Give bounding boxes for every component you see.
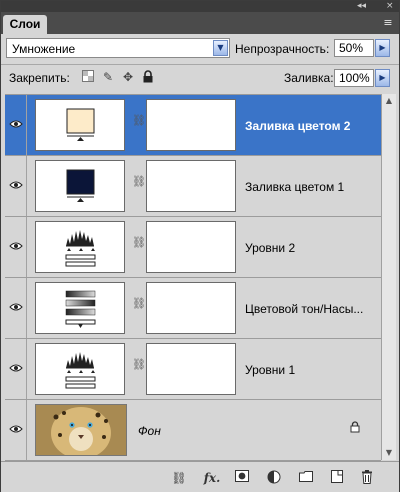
layer-list: ⛓ Заливка цветом 2 ⛓ Заливка цветом 1 ⛓ … [5, 94, 381, 461]
layer-style-icon[interactable]: fx. [201, 470, 223, 486]
layer-row-color-fill-2[interactable]: ⛓ Заливка цветом 2 [5, 95, 381, 156]
mask-link-icon[interactable]: ⛓ [132, 298, 146, 316]
layer-row-levels-1[interactable]: ⛓ Уровни 1 [5, 339, 381, 400]
panel-tab-row: Слои ≡ [1, 12, 399, 34]
background-photo-thumbnail[interactable] [35, 404, 127, 459]
mask-link-icon[interactable]: ⛓ [132, 115, 146, 133]
levels-adjustment-icon[interactable] [35, 343, 125, 395]
fill-label: Заливка: [284, 71, 334, 85]
layer-lock-icon [350, 421, 360, 436]
mask-link-icon[interactable]: ⛓ [132, 237, 146, 255]
hue-saturation-adjustment-icon[interactable] [35, 282, 125, 334]
panel-menu-icon[interactable]: ≡ [381, 16, 395, 30]
layers-toolbar: ⛓ fx. [1, 461, 399, 492]
visibility-eye-icon[interactable] [5, 278, 27, 338]
opacity-input[interactable]: 50% [334, 39, 374, 57]
delete-layer-icon[interactable] [359, 470, 375, 486]
collapse-icon[interactable]: ◂◂ [357, 1, 366, 11]
lock-image-pixels-icon[interactable]: ✎ [101, 70, 115, 84]
opacity-slider-arrow-icon[interactable]: ▶ [375, 39, 390, 57]
mask-link-icon[interactable]: ⛓ [132, 359, 146, 377]
layer-row-levels-2[interactable]: ⛓ Уровни 2 [5, 217, 381, 278]
visibility-eye-icon[interactable] [5, 95, 27, 155]
fill-input[interactable]: 100% [334, 69, 374, 87]
panel-titlebar: ◂◂ × [1, 1, 399, 12]
layer-row-background[interactable]: Фон [5, 400, 381, 461]
divider [1, 64, 399, 65]
opacity-label: Непрозрачность: [235, 42, 330, 56]
layer-mask-thumbnail[interactable] [146, 99, 236, 151]
layers-scrollbar[interactable]: ▲ ▼ [381, 94, 396, 460]
tab-layers[interactable]: Слои [3, 15, 47, 34]
scroll-down-icon[interactable]: ▼ [382, 446, 396, 460]
mask-link-icon[interactable]: ⛓ [132, 176, 146, 194]
fill-slider-arrow-icon[interactable]: ▶ [375, 69, 390, 87]
lock-label: Закрепить: [9, 71, 70, 85]
chevron-down-icon[interactable]: ▼ [213, 40, 228, 56]
layer-mask-thumbnail[interactable] [146, 343, 236, 395]
layer-thumbnail[interactable] [35, 160, 125, 212]
layer-mask-thumbnail[interactable] [146, 282, 236, 334]
layer-name: Фон [138, 424, 161, 438]
new-layer-icon[interactable] [329, 470, 345, 486]
layers-panel: ◂◂ × Слои ≡ Умножение ▼ Непрозрачность: … [0, 0, 400, 492]
lock-position-icon[interactable]: ✥ [121, 70, 135, 84]
blend-mode-value: Умножение [12, 42, 76, 56]
visibility-eye-icon[interactable] [5, 400, 27, 460]
levels-adjustment-icon[interactable] [35, 221, 125, 273]
adjustment-layer-icon[interactable] [266, 470, 282, 486]
layer-row-hue-saturation[interactable]: ⛓ Цветовой тон/Насы... [5, 278, 381, 339]
link-layers-icon[interactable]: ⛓ [171, 470, 187, 486]
close-icon[interactable]: × [386, 1, 394, 11]
visibility-eye-icon[interactable] [5, 217, 27, 277]
lock-all-icon[interactable] [141, 70, 155, 84]
blend-mode-select[interactable]: Умножение ▼ [6, 38, 230, 58]
add-mask-icon[interactable] [234, 470, 250, 486]
scroll-up-icon[interactable]: ▲ [382, 94, 396, 108]
layer-thumbnail[interactable] [35, 99, 125, 151]
layer-name: Уровни 2 [245, 241, 296, 255]
new-group-icon[interactable] [298, 470, 314, 486]
layer-name: Заливка цветом 1 [245, 180, 345, 194]
layer-name: Цветовой тон/Насы... [245, 302, 364, 316]
layer-row-color-fill-1[interactable]: ⛓ Заливка цветом 1 [5, 156, 381, 217]
layer-mask-thumbnail[interactable] [146, 160, 236, 212]
lock-transparent-pixels-icon[interactable] [81, 70, 95, 84]
layer-name: Заливка цветом 2 [245, 119, 351, 133]
visibility-eye-icon[interactable] [5, 156, 27, 216]
layer-name: Уровни 1 [245, 363, 296, 377]
visibility-eye-icon[interactable] [5, 339, 27, 399]
layer-mask-thumbnail[interactable] [146, 221, 236, 273]
